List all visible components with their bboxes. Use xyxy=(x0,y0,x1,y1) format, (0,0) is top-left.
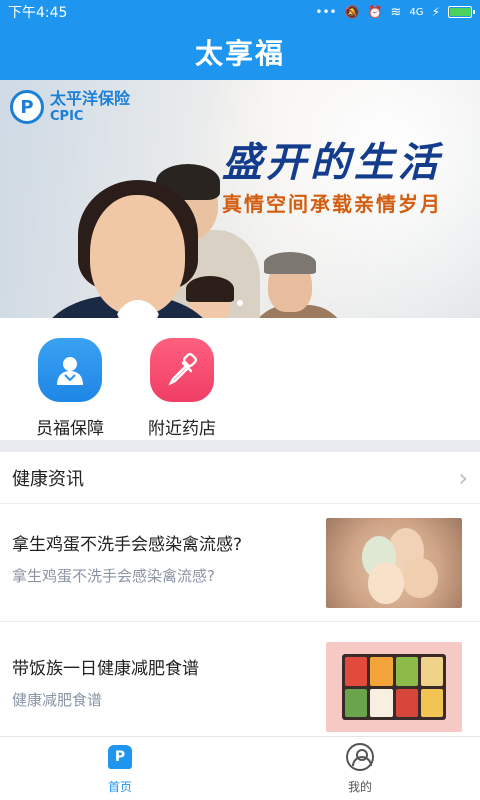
profile-icon xyxy=(345,742,375,772)
nav-me-label: 我的 xyxy=(347,780,372,794)
health-news-header[interactable]: 健康资讯 › xyxy=(0,452,480,504)
chevron-right-icon: › xyxy=(458,463,468,492)
banner-pagination xyxy=(0,300,480,306)
person-icon xyxy=(38,338,102,402)
banner-person-girl-hair xyxy=(186,276,234,302)
alarm-icon: ⏰ xyxy=(367,5,383,19)
brand-name-en: CPIC xyxy=(50,109,84,124)
promo-banner[interactable]: P 太平洋保险 CPIC 盛开的生活 真情空间承载亲情岁月 xyxy=(0,80,480,318)
banner-dot xyxy=(237,300,243,306)
news-article-title: 带饭族一日健康减肥食谱 xyxy=(12,659,199,679)
nav-home[interactable]: P 首页 xyxy=(0,737,240,800)
home-icon: P xyxy=(105,742,135,772)
news-article[interactable]: 拿生鸡蛋不洗手会感染禽流感? 拿生鸡蛋不洗手会感染禽流感? xyxy=(0,506,480,622)
entry-nearby-pharmacy-label: 附近药店 xyxy=(148,419,216,439)
news-article-subtitle: 拿生鸡蛋不洗手会感染禽流感? xyxy=(12,567,215,585)
entry-employee-benefits-label: 员福保障 xyxy=(36,419,104,439)
banner-headline: 盛开的生活 xyxy=(222,140,442,186)
food-cell xyxy=(370,688,393,717)
battery-icon xyxy=(448,6,475,18)
more-dots-icon: ••• xyxy=(315,5,337,19)
food-cell xyxy=(345,688,368,717)
lunchbox-thumbnail-image xyxy=(326,642,462,732)
bottom-navigation: P 首页 我的 xyxy=(0,736,480,800)
banner-person-woman-head xyxy=(90,195,185,315)
food-cell xyxy=(370,657,393,686)
egg-shape xyxy=(368,562,404,604)
app-header: 太享福 xyxy=(0,24,480,80)
news-article-subtitle: 健康减肥食谱 xyxy=(12,691,103,709)
nav-me[interactable]: 我的 xyxy=(240,737,480,800)
entry-employee-benefits[interactable]: 员福保障 xyxy=(10,338,130,439)
wifi-icon: ≋ xyxy=(390,4,402,20)
status-icons: ••• 🔕 ⏰ ≋ 4G ⚡ xyxy=(315,4,475,20)
news-article-text: 带饭族一日健康减肥食谱 健康减肥食谱 xyxy=(12,654,312,710)
section-divider xyxy=(0,440,480,452)
health-news-title: 健康资讯 xyxy=(12,468,84,490)
brand-logo-text: 太平洋保险 CPIC xyxy=(50,89,131,124)
banner-person-grandparent-hair xyxy=(264,252,316,274)
news-article[interactable]: 带饭族一日健康减肥食谱 健康减肥食谱 xyxy=(0,630,480,746)
charging-icon: ⚡ xyxy=(431,5,440,19)
news-article-title: 拿生鸡蛋不洗手会感染禽流感? xyxy=(12,535,243,555)
cpic-logo-icon: P xyxy=(10,90,44,124)
app-title: 太享福 xyxy=(194,37,285,70)
food-cell xyxy=(395,688,418,717)
mute-icon: 🔕 xyxy=(344,5,360,19)
news-article-text: 拿生鸡蛋不洗手会感染禽流感? 拿生鸡蛋不洗手会感染禽流感? xyxy=(12,530,312,586)
food-cell xyxy=(420,688,443,717)
nav-home-label: 首页 xyxy=(107,780,132,794)
banner-subline: 真情空间承载亲情岁月 xyxy=(222,192,442,216)
lunchbox-tray xyxy=(342,654,446,720)
egg-shape xyxy=(402,558,438,598)
quick-entries: 员福保障 附近药店 xyxy=(0,318,480,440)
network-type: 4G xyxy=(409,6,424,18)
status-bar: 下午4:45 ••• 🔕 ⏰ ≋ 4G ⚡ xyxy=(0,0,480,24)
entry-nearby-pharmacy[interactable]: 附近药店 xyxy=(122,338,242,439)
dropper-icon xyxy=(150,338,214,402)
brand-logo: P 太平洋保险 CPIC xyxy=(10,90,130,124)
status-time: 下午4:45 xyxy=(8,5,68,21)
food-cell xyxy=(420,657,443,686)
food-cell xyxy=(395,657,418,686)
brand-name-cn: 太平洋保险 xyxy=(50,89,131,108)
eggs-thumbnail-image xyxy=(326,518,462,608)
food-cell xyxy=(345,657,368,686)
